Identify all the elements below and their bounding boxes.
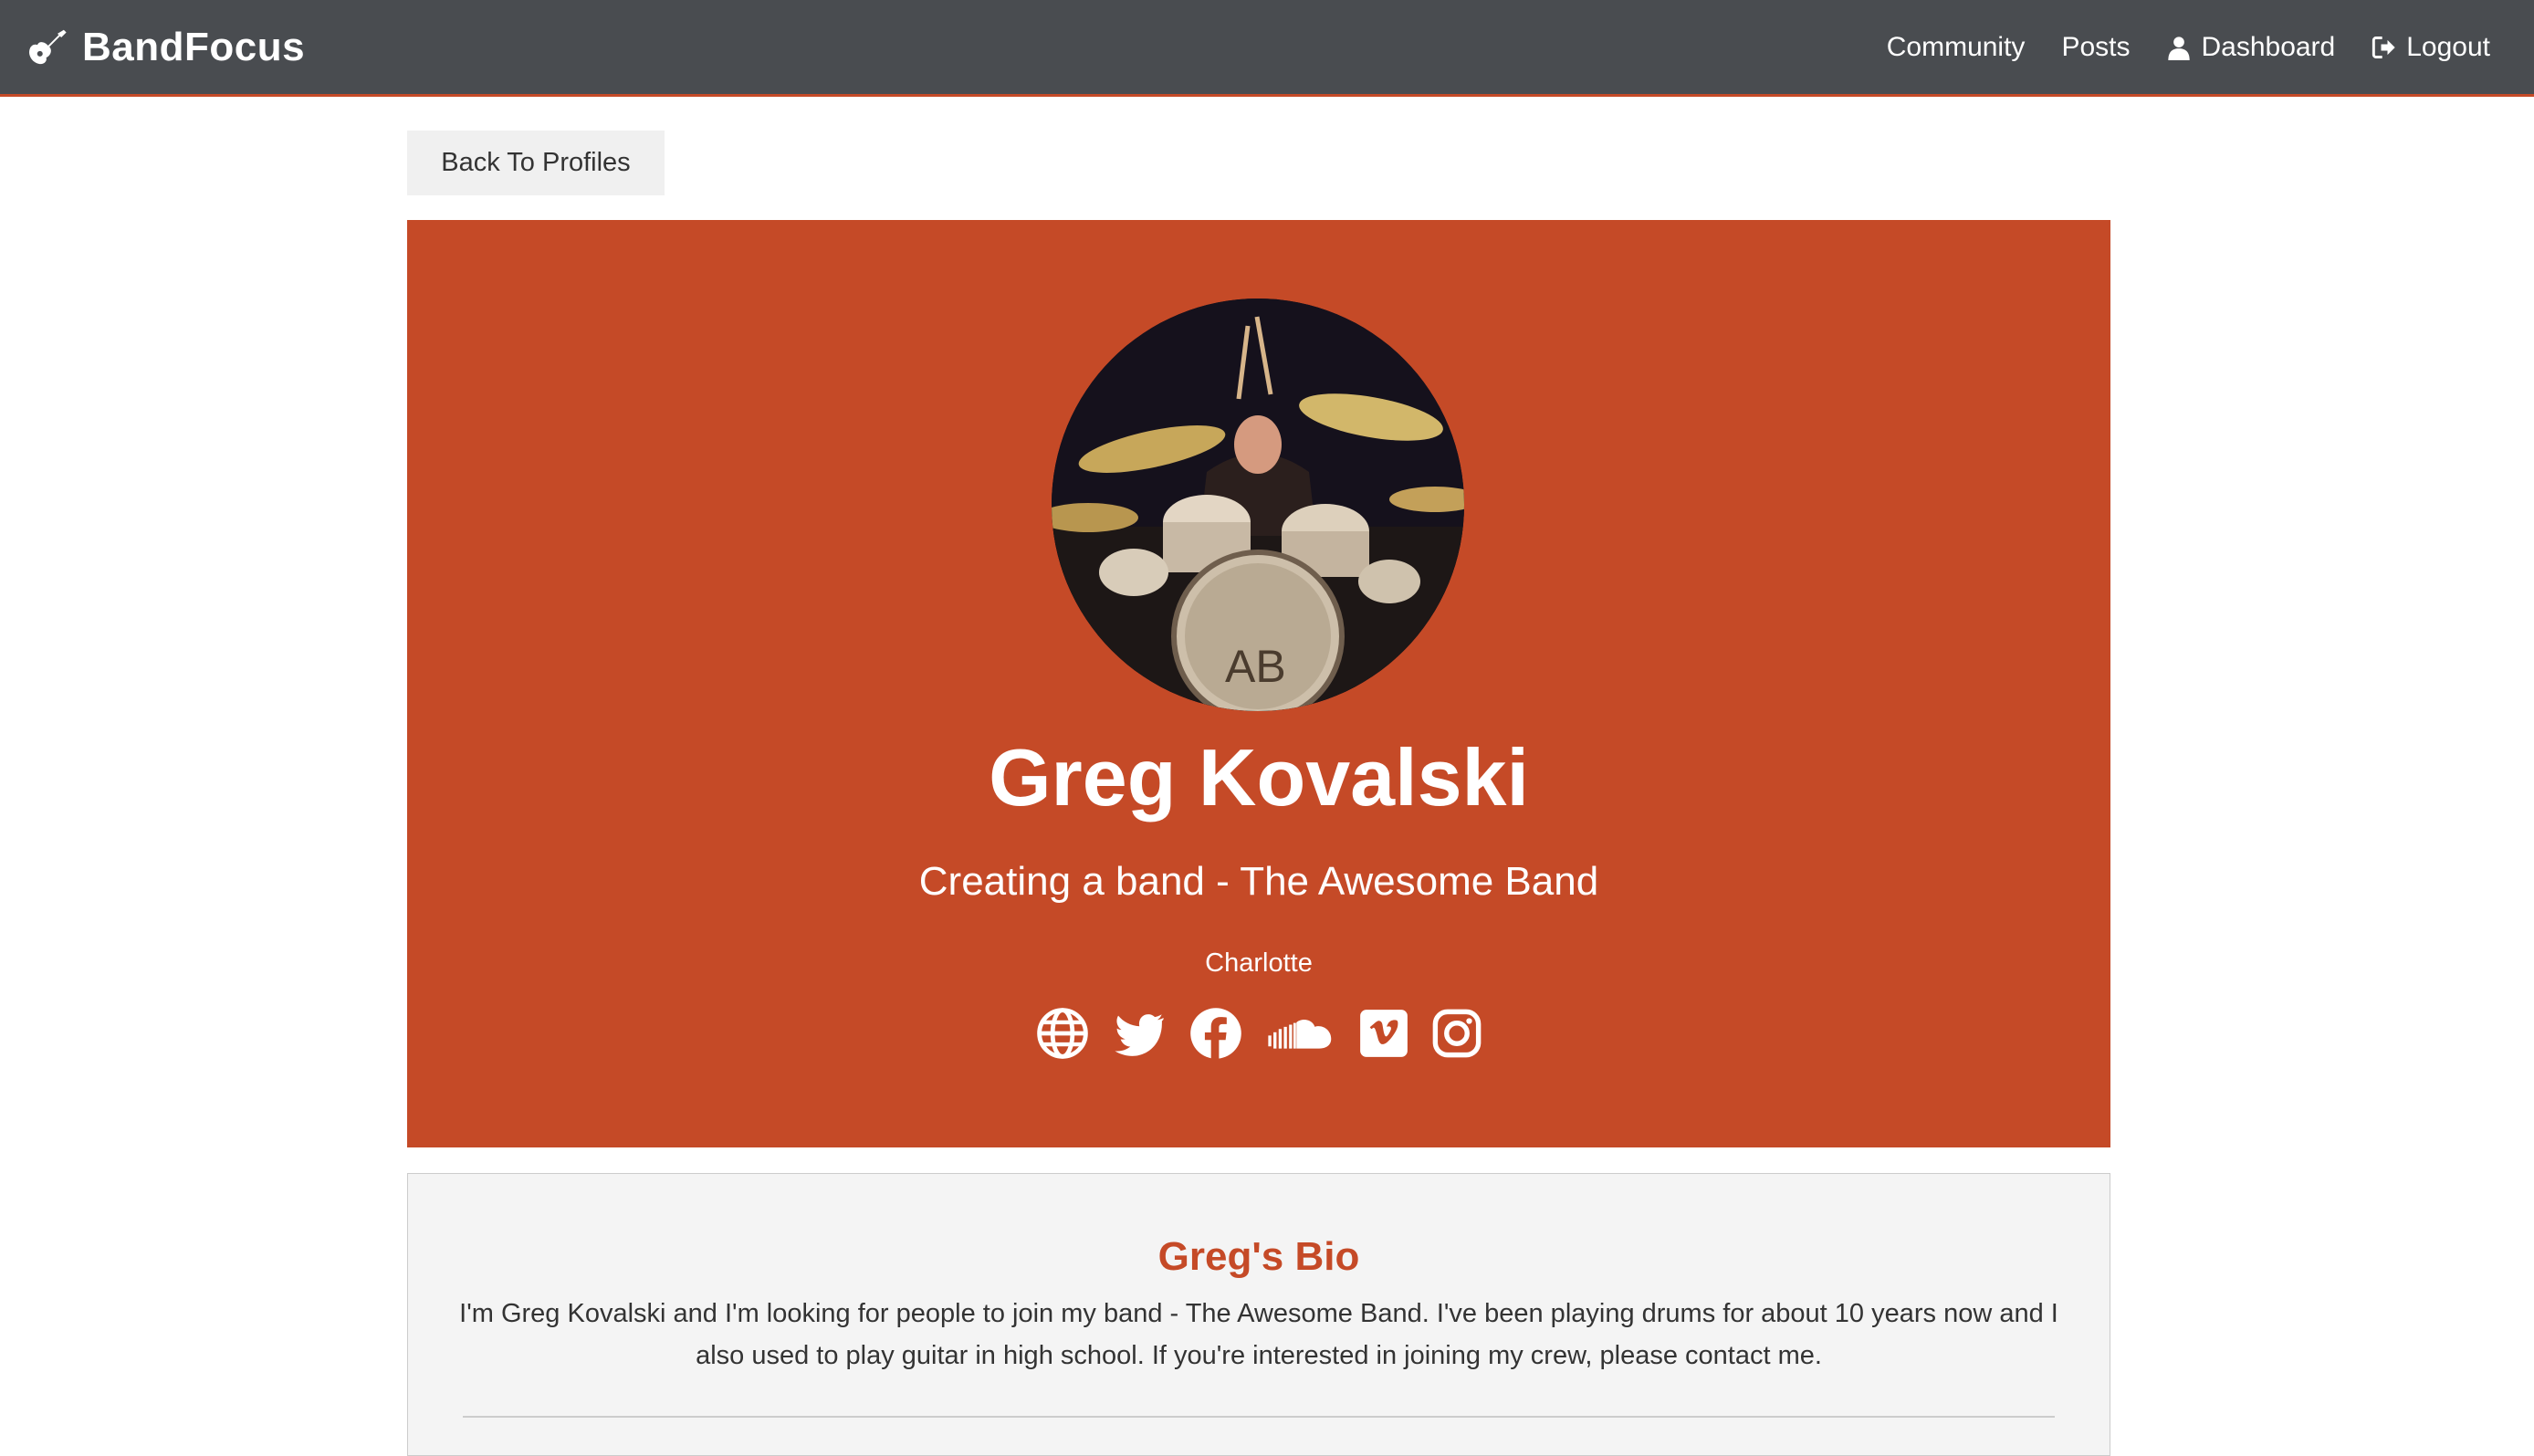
svg-text:AB: AB: [1225, 641, 1286, 692]
social-links: [407, 1007, 2110, 1060]
nav-dashboard-label: Dashboard: [2201, 31, 2336, 62]
nav-dashboard-link[interactable]: Dashboard: [2166, 32, 2335, 63]
globe-icon[interactable]: [1036, 1007, 1089, 1060]
logout-icon: [2372, 35, 2397, 60]
drummer-photo: AB: [1052, 299, 1464, 711]
nav-logout-label: Logout: [2406, 31, 2490, 62]
back-to-profiles-button[interactable]: Back To Profiles: [407, 131, 665, 195]
instagram-icon[interactable]: [1432, 1009, 1482, 1058]
profile-status: Creating a band - The Awesome Band: [918, 859, 1599, 904]
user-icon: [2166, 35, 2192, 60]
bio-title: Greg's Bio: [1157, 1234, 1360, 1279]
nav-posts-link[interactable]: Posts: [2061, 32, 2130, 63]
twitter-icon[interactable]: [1113, 1007, 1166, 1060]
profile-name: Greg Kovalski: [989, 732, 1529, 822]
profile-location: Charlotte: [1205, 948, 1313, 978]
vimeo-icon[interactable]: [1359, 1009, 1408, 1058]
nav-logout-link[interactable]: Logout: [2372, 32, 2490, 63]
soundcloud-icon[interactable]: [1266, 1007, 1335, 1060]
nav-links: Community Posts Dashboard Logout: [1887, 32, 2490, 63]
brand-name: BandFocus: [82, 24, 306, 69]
facebook-icon[interactable]: [1189, 1007, 1242, 1060]
bio-divider: [463, 1416, 2055, 1418]
brand-link[interactable]: BandFocus: [27, 25, 305, 70]
guitar-icon: [27, 27, 68, 68]
nav-posts-label: Posts: [2061, 31, 2131, 62]
profile-avatar: AB: [1052, 299, 1464, 711]
profile-hero: AB Greg Kovalski Creating a band - The A…: [407, 220, 2110, 1147]
nav-community-link[interactable]: Community: [1887, 32, 2026, 63]
bio-section: Greg's Bio I'm Greg Kovalski and I'm loo…: [407, 1173, 2110, 1456]
nav-community-label: Community: [1886, 31, 2026, 62]
bio-text: I'm Greg Kovalski and I'm looking for pe…: [459, 1299, 2058, 1370]
top-navbar: BandFocus Community Posts Dashboard Logo…: [0, 0, 2534, 97]
